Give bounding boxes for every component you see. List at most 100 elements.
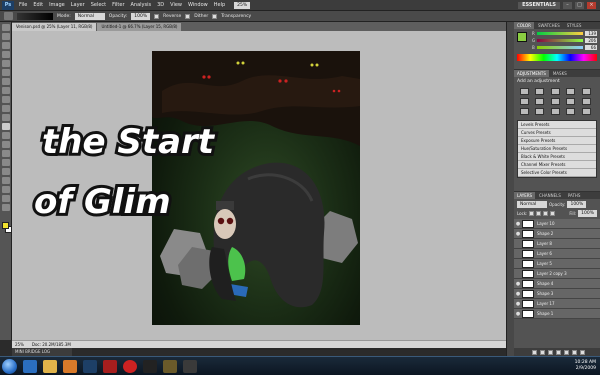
lock-all-icon[interactable]: [550, 211, 556, 216]
visibility-eye-icon[interactable]: ●: [514, 281, 522, 287]
path-select-tool-icon[interactable]: [1, 168, 10, 175]
levels-icon[interactable]: [535, 88, 545, 95]
layer-row[interactable]: Layer 2 copy 3: [514, 269, 600, 279]
brightness-contrast-icon[interactable]: [520, 88, 529, 95]
selective-color-icon[interactable]: [581, 108, 591, 115]
exposure-icon[interactable]: [566, 88, 576, 95]
layer-name[interactable]: Shape 4: [537, 281, 553, 286]
type-tool-icon[interactable]: [1, 159, 10, 166]
close-icon[interactable]: ×: [587, 1, 596, 9]
brush-tool-icon[interactable]: [1, 87, 10, 94]
visibility-eye-icon[interactable]: ●: [514, 301, 522, 307]
tab-color[interactable]: COLOR: [514, 22, 534, 29]
foreground-color-swatch[interactable]: [2, 222, 9, 229]
layer-name[interactable]: Shape 3: [537, 291, 553, 296]
canvas-workspace[interactable]: the Start of Glim: [12, 31, 506, 340]
layer-row[interactable]: ● Shape 4: [514, 279, 600, 289]
gradient-tool-active-icon[interactable]: [1, 123, 10, 130]
visibility-eye-icon[interactable]: ●: [514, 231, 522, 237]
photoshop-taskbar-icon[interactable]: [83, 359, 97, 373]
layer-row[interactable]: ● Layer 17: [514, 299, 600, 309]
mini-bridge-bar[interactable]: MINI BRIDGE LOG: [12, 348, 72, 356]
layer-name[interactable]: Layer 10: [537, 221, 555, 226]
tab-layers[interactable]: LAYERS: [514, 192, 536, 199]
game-icon[interactable]: [163, 359, 177, 373]
app-icon[interactable]: [143, 359, 157, 373]
tab-adjustments[interactable]: ADJUSTMENTS: [514, 70, 549, 77]
layer-name[interactable]: Layer 17: [537, 301, 555, 306]
posterize-icon[interactable]: [535, 108, 545, 115]
new-adjustment-icon[interactable]: [556, 349, 561, 355]
layer-style-icon[interactable]: [540, 349, 545, 355]
tab-untitled-1[interactable]: Untitled-1 @ 66.7% (Layer 15, RGB/8): [97, 23, 182, 31]
lock-image-icon[interactable]: [536, 211, 542, 216]
menu-layer[interactable]: Layer: [68, 2, 88, 8]
layer-row[interactable]: ● Shape 1: [514, 309, 600, 319]
tab-channels[interactable]: CHANNELS: [536, 192, 564, 199]
lasso-tool-icon[interactable]: [1, 42, 10, 49]
dodge-tool-icon[interactable]: [1, 141, 10, 148]
layer-row[interactable]: Layer 5: [514, 259, 600, 269]
layer-name[interactable]: Layer 8: [537, 241, 552, 246]
tab-venison[interactable]: Venison.psd @ 25% (Layer 11, RGB/8): [12, 23, 97, 31]
menu-file[interactable]: File: [16, 2, 30, 8]
hand-tool-icon[interactable]: [1, 195, 10, 202]
lock-transparent-icon[interactable]: [529, 211, 535, 216]
hue-saturation-icon[interactable]: [520, 98, 529, 105]
preset-hue-saturation[interactable]: Hue/Saturation Presets: [518, 145, 596, 153]
menu-edit[interactable]: Edit: [30, 2, 46, 8]
clone-stamp-tool-icon[interactable]: [1, 96, 10, 103]
red-value[interactable]: 139: [585, 31, 597, 36]
maximize-icon[interactable]: □: [575, 1, 584, 9]
invert-icon[interactable]: [520, 108, 529, 115]
gradient-picker[interactable]: [17, 12, 53, 20]
vibrance-icon[interactable]: [581, 88, 591, 95]
preset-black-white[interactable]: Black & White Presets: [518, 153, 596, 161]
shape-tool-icon[interactable]: [1, 177, 10, 184]
workspace-switcher[interactable]: ESSENTIALS: [518, 1, 560, 9]
zoom-tool-icon[interactable]: [1, 204, 10, 211]
color-spectrum-bar[interactable]: [517, 54, 597, 61]
blue-value[interactable]: 66: [585, 45, 597, 50]
minimize-icon[interactable]: –: [563, 1, 572, 9]
media-app-icon[interactable]: [123, 359, 137, 373]
tab-masks[interactable]: MASKS: [550, 70, 570, 77]
menu-view[interactable]: View: [167, 2, 185, 8]
tab-styles[interactable]: STYLES: [564, 22, 585, 29]
black-white-icon[interactable]: [550, 98, 560, 105]
green-value[interactable]: 206: [585, 38, 597, 43]
menu-analysis[interactable]: Analysis: [128, 2, 155, 8]
eyedropper-tool-icon[interactable]: [1, 69, 10, 76]
layer-row[interactable]: ● Shape 2: [514, 229, 600, 239]
quick-select-tool-icon[interactable]: [1, 51, 10, 58]
layer-name[interactable]: Layer 2 copy 3: [537, 271, 567, 276]
app2-icon[interactable]: [183, 359, 197, 373]
new-layer-icon[interactable]: [572, 349, 577, 355]
fill-input[interactable]: 100%: [578, 210, 597, 217]
layer-opacity-input[interactable]: 100%: [567, 201, 587, 208]
current-color-swatch[interactable]: [517, 32, 527, 42]
marquee-tool-icon[interactable]: [1, 33, 10, 40]
ie-icon[interactable]: [23, 359, 37, 373]
opacity-input[interactable]: 100%: [131, 12, 151, 20]
healing-brush-tool-icon[interactable]: [1, 78, 10, 85]
move-tool-icon[interactable]: [1, 24, 10, 31]
menu-3d[interactable]: 3D: [154, 2, 167, 8]
layer-row[interactable]: Layer 6: [514, 249, 600, 259]
trash-icon[interactable]: [580, 349, 585, 355]
curves-icon[interactable]: [550, 88, 560, 95]
reverse-checkbox[interactable]: [154, 13, 160, 19]
acrobat-icon[interactable]: [103, 359, 117, 373]
visibility-eye-icon[interactable]: ●: [514, 221, 522, 227]
visibility-eye-icon[interactable]: ●: [514, 291, 522, 297]
new-group-icon[interactable]: [564, 349, 569, 355]
visibility-eye-icon[interactable]: ●: [514, 311, 522, 317]
layer-name[interactable]: Layer 6: [537, 251, 552, 256]
threshold-icon[interactable]: [550, 108, 560, 115]
tab-paths[interactable]: PATHS: [565, 192, 584, 199]
status-zoom[interactable]: 25%: [15, 342, 24, 347]
mode-select[interactable]: Normal: [74, 12, 105, 20]
lock-position-icon[interactable]: [543, 211, 549, 216]
photo-filter-icon[interactable]: [566, 98, 576, 105]
blue-slider[interactable]: [537, 46, 583, 49]
